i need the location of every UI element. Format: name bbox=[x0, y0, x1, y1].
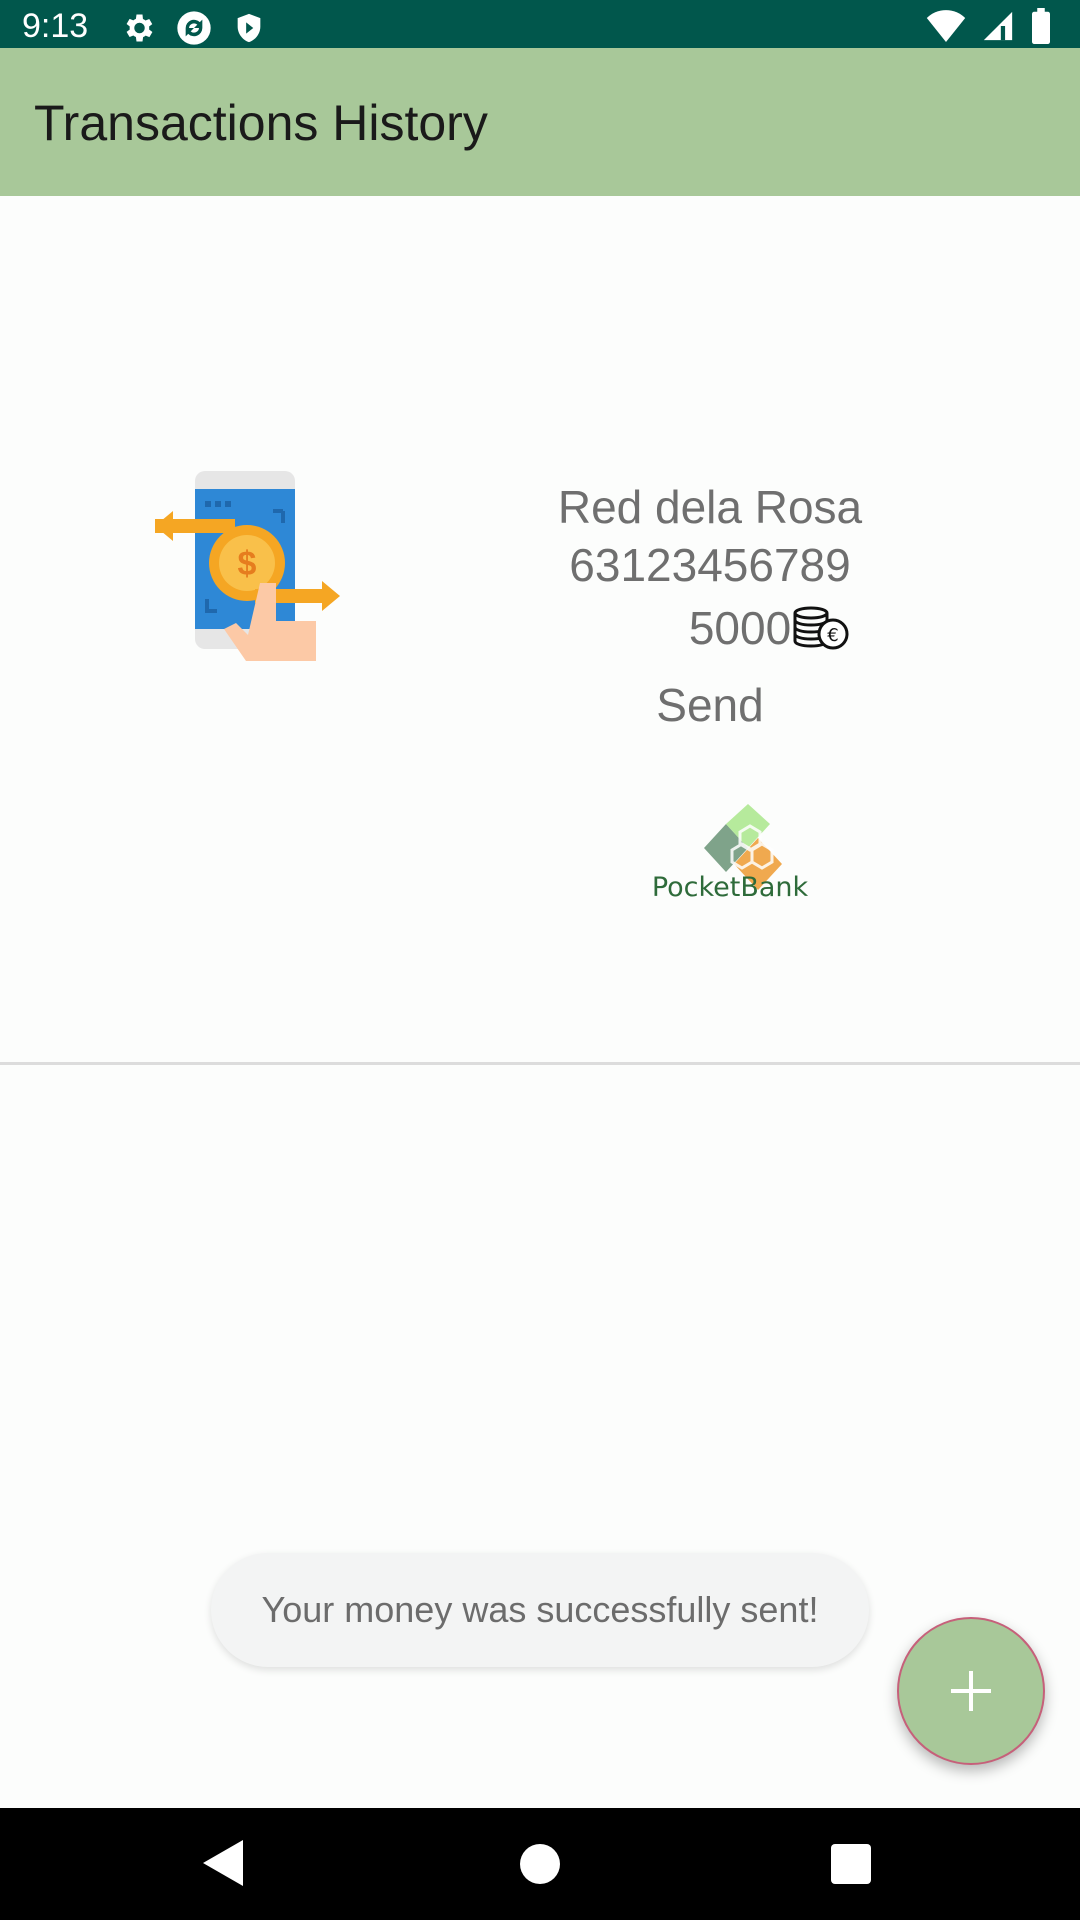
add-transaction-button[interactable] bbox=[897, 1617, 1045, 1765]
page-title: Transactions History bbox=[34, 95, 488, 151]
transaction-type: Send bbox=[656, 679, 764, 731]
navigation-bar bbox=[0, 1808, 1080, 1920]
signal-icon bbox=[983, 11, 1013, 41]
recents-icon[interactable] bbox=[831, 1844, 871, 1884]
toast-message: Your money was successfully sent! bbox=[261, 1589, 819, 1630]
plus-icon bbox=[951, 1671, 991, 1711]
wifi-icon bbox=[926, 10, 966, 42]
transaction-details: Red dela Rosa 63123456789 5000 € Send bbox=[500, 478, 920, 734]
pocketbank-logo: PocketBank bbox=[652, 804, 809, 903]
svg-text:PocketBank: PocketBank bbox=[652, 872, 809, 903]
back-icon[interactable] bbox=[203, 1840, 243, 1886]
status-bar: 9:13 bbox=[0, 0, 1080, 48]
transaction-amount: 5000 bbox=[688, 602, 792, 654]
home-icon[interactable] bbox=[520, 1844, 560, 1884]
euro-coins-icon: € bbox=[793, 606, 849, 650]
recipient-name: Red dela Rosa bbox=[557, 481, 863, 533]
svg-text:$: $ bbox=[238, 545, 257, 583]
svg-text:€: € bbox=[827, 625, 838, 646]
amount-row: 5000 € bbox=[500, 600, 920, 656]
app-bar: Transactions History bbox=[0, 48, 1080, 196]
shield-icon bbox=[237, 13, 261, 43]
success-toast: Your money was successfully sent! bbox=[211, 1553, 869, 1667]
recipient-phone: 63123456789 bbox=[569, 539, 851, 591]
phone-money-transfer-icon: $ bbox=[155, 471, 340, 661]
transaction-card[interactable]: $ Red dela Rosa 63123456789 5000 € Send bbox=[0, 196, 1080, 1062]
list-divider bbox=[0, 1062, 1080, 1065]
battery-icon bbox=[1032, 8, 1050, 44]
status-time: 9:13 bbox=[22, 7, 89, 45]
sync-icon bbox=[177, 11, 211, 45]
gear-icon bbox=[126, 14, 153, 42]
